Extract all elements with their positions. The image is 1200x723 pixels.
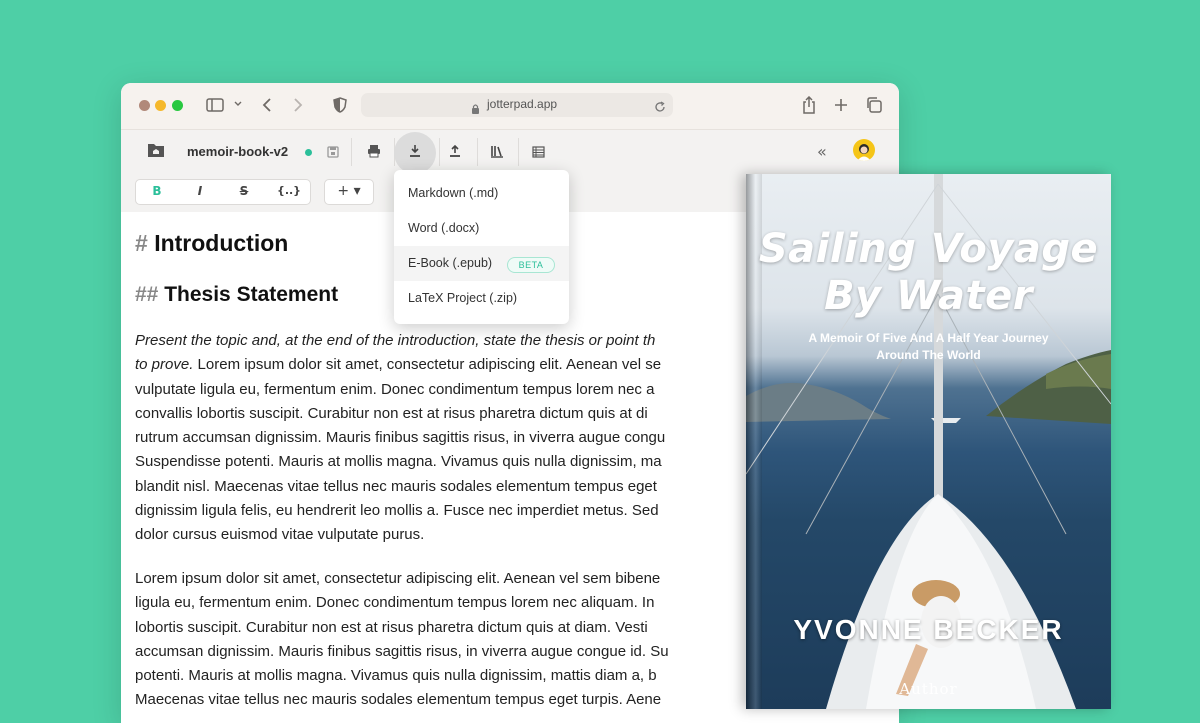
insert-menu-button[interactable]: + ▾ <box>324 179 374 205</box>
book-title-line-1: Sailing Voyage <box>758 226 1099 272</box>
export-epub-item[interactable]: E-Book (.epub) BETA <box>394 246 569 281</box>
tabs-overview-icon[interactable] <box>866 97 882 113</box>
share-icon[interactable] <box>802 96 816 114</box>
upload-icon[interactable] <box>449 143 461 162</box>
sidebar-toggle-icon[interactable] <box>206 98 224 112</box>
forward-icon[interactable] <box>293 97 303 113</box>
beta-badge: BETA <box>507 257 555 273</box>
heading-1-marker: # <box>135 230 148 256</box>
save-icon[interactable] <box>327 143 339 162</box>
menu-item-label: LaTeX Project (.zip) <box>408 291 518 305</box>
book-author: YVONNE BECKER <box>793 614 1064 645</box>
italic-text: to prove. <box>135 356 194 374</box>
italic-text: Present the topic and, at the end of the… <box>135 332 656 349</box>
back-icon[interactable] <box>262 97 272 113</box>
saved-status-dot <box>305 149 312 156</box>
minimize-window-button[interactable] <box>155 100 166 111</box>
collapse-panel-icon[interactable]: « <box>817 142 827 161</box>
maximize-window-button[interactable] <box>172 100 183 111</box>
toolbar-divider <box>439 138 440 166</box>
browser-titlebar: jotterpad.app <box>121 83 899 130</box>
export-latex-item[interactable]: LaTeX Project (.zip) <box>394 281 569 316</box>
export-markdown-item[interactable]: Markdown (.md) <box>394 176 569 211</box>
publisher-logo: Author <box>899 680 958 698</box>
toolbar-divider <box>351 138 352 166</box>
lock-icon <box>471 99 480 118</box>
new-tab-icon[interactable] <box>834 98 848 112</box>
heading-2: ## Thesis Statement <box>135 283 338 307</box>
library-icon[interactable] <box>490 143 504 162</box>
italic-button[interactable]: I <box>190 184 210 198</box>
book-cover: Sailing Voyage By Water A Memoir Of Five… <box>746 174 1111 709</box>
heading-1: # Introduction <box>135 230 288 257</box>
menu-item-label: Markdown (.md) <box>408 186 499 200</box>
download-icon[interactable] <box>409 143 421 162</box>
privacy-shield-icon[interactable] <box>333 97 347 113</box>
print-icon[interactable] <box>367 143 381 162</box>
bold-button[interactable]: B <box>147 184 167 198</box>
code-button[interactable]: {..} <box>276 184 302 197</box>
home-folder-icon[interactable] <box>147 142 165 162</box>
address-url: jotterpad.app <box>487 97 558 111</box>
book-subtitle-line-2: Around The World <box>876 348 981 362</box>
menu-item-label: E-Book (.epub) <box>408 256 493 270</box>
close-window-button[interactable] <box>139 100 150 111</box>
export-menu: Markdown (.md) Word (.docx) E-Book (.epu… <box>394 170 569 324</box>
book-subtitle-line-1: A Memoir Of Five And A Half Year Journey <box>808 331 1049 345</box>
book-title-line-2: By Water <box>824 273 1033 319</box>
paragraph-text: Lorem ipsum dolor sit amet, consectetur … <box>193 356 662 374</box>
heading-1-text: Introduction <box>154 230 289 256</box>
outline-icon[interactable] <box>532 143 545 162</box>
heading-2-marker: ## <box>135 283 159 306</box>
toolbar-divider <box>477 138 478 166</box>
reload-icon[interactable] <box>654 98 666 117</box>
strikethrough-button[interactable]: S <box>234 184 254 198</box>
format-button-group: B I S {..} <box>135 179 311 205</box>
toolbar-divider <box>518 138 519 166</box>
export-word-item[interactable]: Word (.docx) <box>394 211 569 246</box>
menu-item-label: Word (.docx) <box>408 221 480 235</box>
address-bar[interactable]: jotterpad.app <box>361 93 673 117</box>
heading-2-text: Thesis Statement <box>164 283 339 306</box>
user-avatar[interactable] <box>853 139 875 161</box>
document-name[interactable]: memoir-book-v2 <box>187 144 288 159</box>
chevron-down-icon[interactable] <box>233 100 243 108</box>
